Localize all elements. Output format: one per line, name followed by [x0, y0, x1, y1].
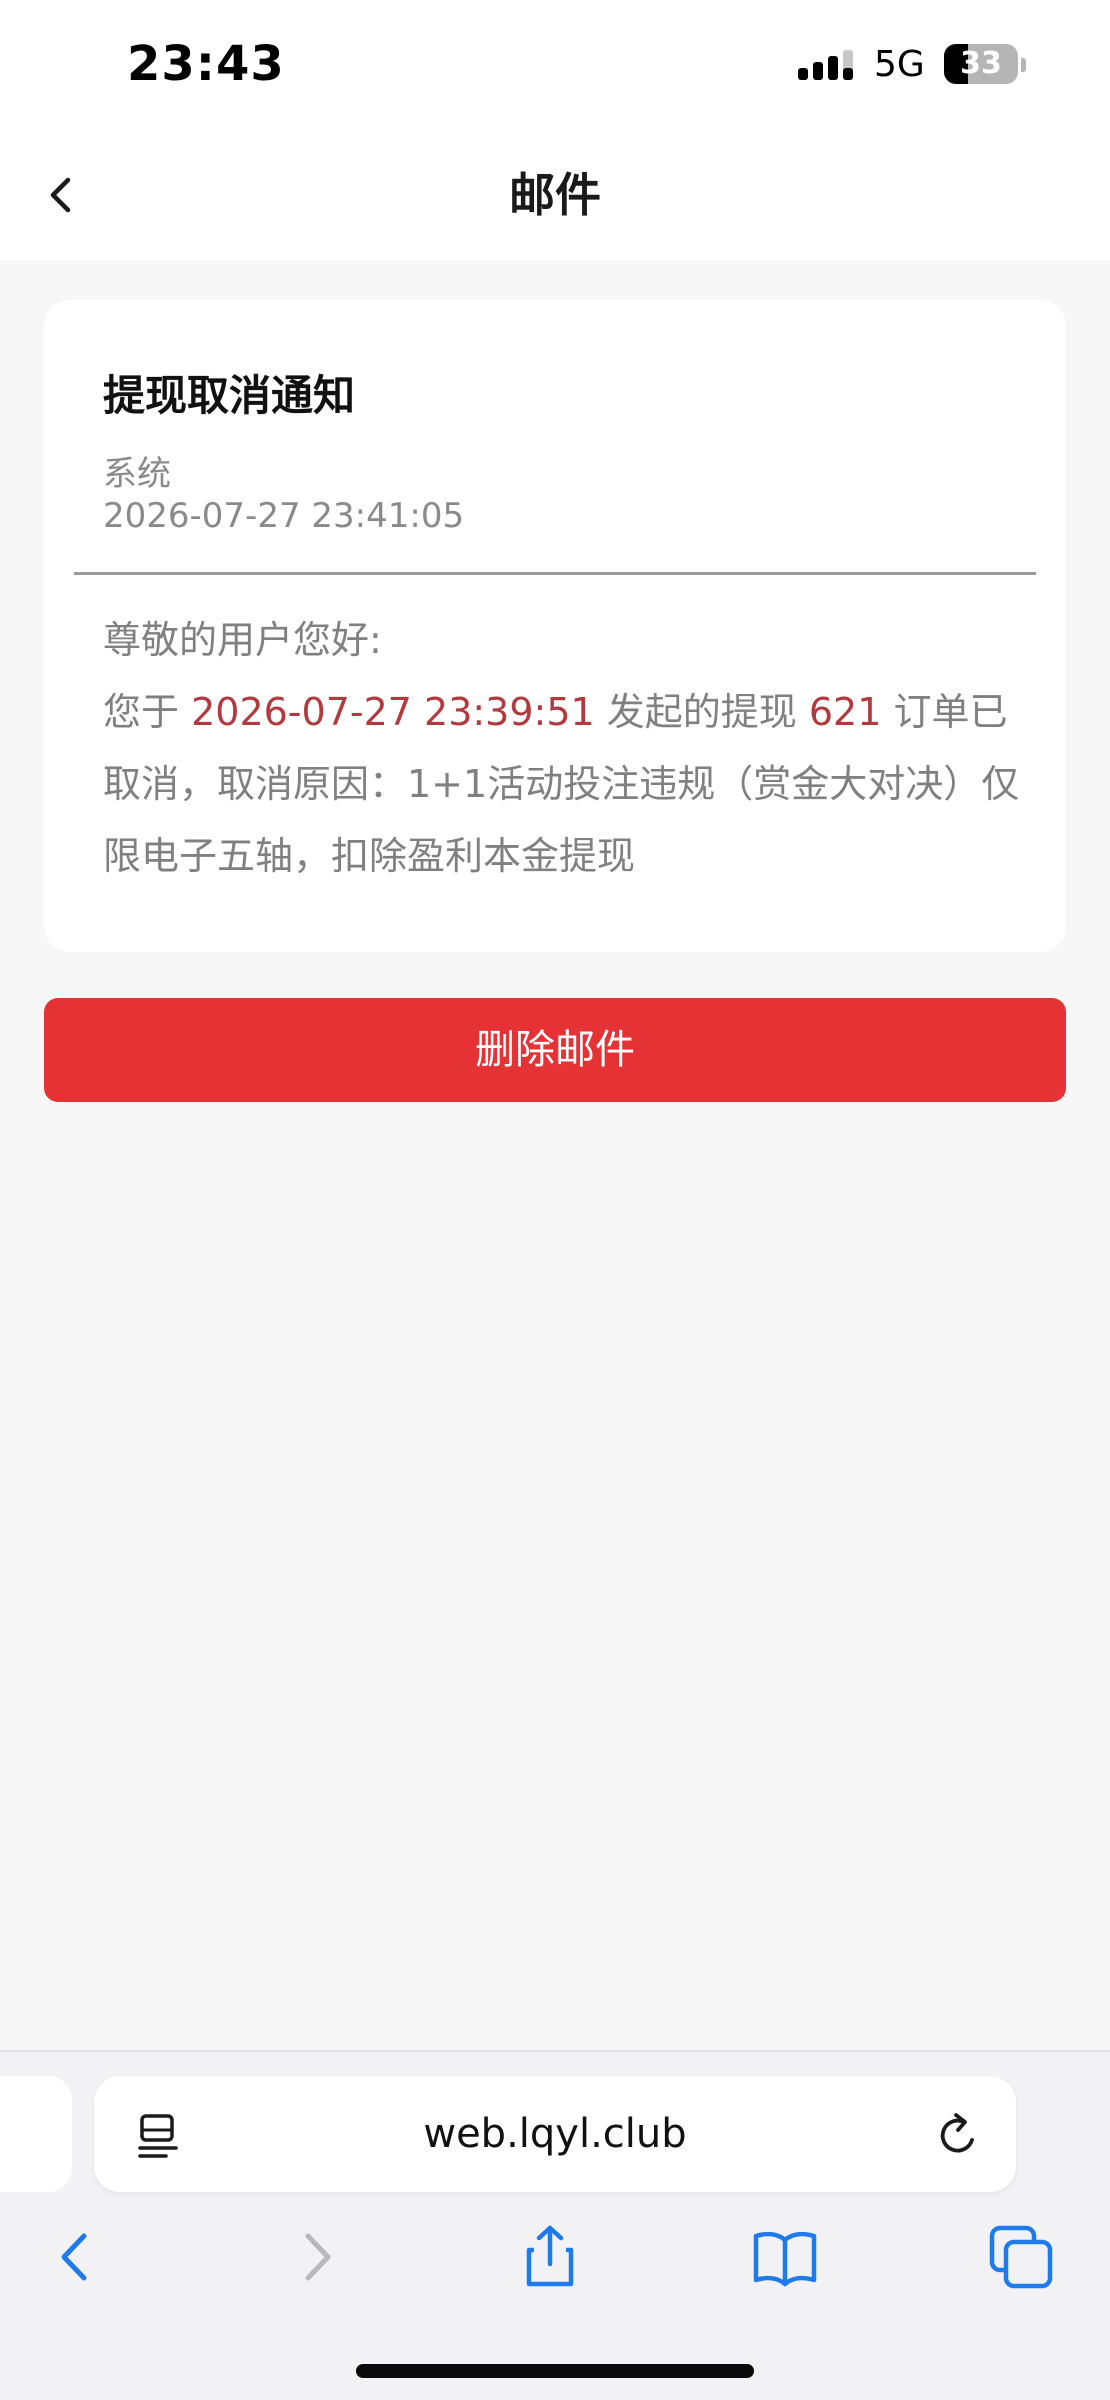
mail-sender: 系统: [103, 454, 171, 494]
home-indicator[interactable]: [356, 2364, 754, 2378]
mail-body-mid: 发起的提现: [594, 690, 809, 734]
mail-title: 提现取消通知: [103, 371, 356, 420]
battery-level: 33: [960, 46, 1002, 81]
cellular-signal-icon: [798, 50, 853, 80]
status-time: 23:43: [127, 36, 285, 92]
screen: 23:43 5G 33 邮件 提现取消通知 系统 2026-07-27 23:4…: [0, 0, 1110, 2400]
mail-timestamp: 2026-07-27 23:41:05: [103, 496, 465, 536]
browser-back-icon[interactable]: [40, 2222, 110, 2292]
tabs-icon[interactable]: [986, 2222, 1056, 2292]
url-text[interactable]: web.lqyl.club: [94, 2076, 1016, 2192]
mail-card: 提现取消通知 系统 2026-07-27 23:41:05 尊敬的用户您好: 您…: [44, 300, 1066, 952]
mail-body-prefix: 您于: [103, 690, 192, 734]
page-title: 邮件: [509, 168, 601, 222]
divider: [74, 572, 1036, 575]
status-bar: 23:43 5G 33: [0, 0, 1110, 130]
network-type: 5G: [874, 44, 925, 85]
previous-tab-preview[interactable]: [0, 2076, 72, 2192]
battery-icon: 33: [944, 44, 1018, 84]
reload-icon[interactable]: [934, 2110, 982, 2160]
nav-header: 邮件: [0, 130, 1110, 260]
battery-cap: [1021, 58, 1026, 72]
browser-forward-icon[interactable]: [282, 2222, 352, 2292]
bookmarks-icon[interactable]: [750, 2222, 820, 2292]
mail-amount: 621: [808, 690, 882, 734]
delete-mail-button[interactable]: 删除邮件: [44, 998, 1066, 1102]
mail-greeting: 尊敬的用户您好:: [103, 618, 382, 662]
mail-order-time: 2026-07-27 23:39:51: [191, 690, 595, 734]
share-icon[interactable]: [515, 2222, 585, 2292]
page-menu-icon[interactable]: [136, 2110, 180, 2160]
mail-content: 您于 2026-07-27 23:39:51 发起的提现 621 订单已取消，取…: [103, 676, 1023, 892]
mail-body: 尊敬的用户您好: 您于 2026-07-27 23:39:51 发起的提现 62…: [103, 604, 1023, 892]
back-chevron-icon[interactable]: [40, 160, 100, 230]
address-bar[interactable]: web.lqyl.club: [94, 2076, 1016, 2192]
browser-toolbar: web.lqyl.club: [0, 2050, 1110, 2400]
